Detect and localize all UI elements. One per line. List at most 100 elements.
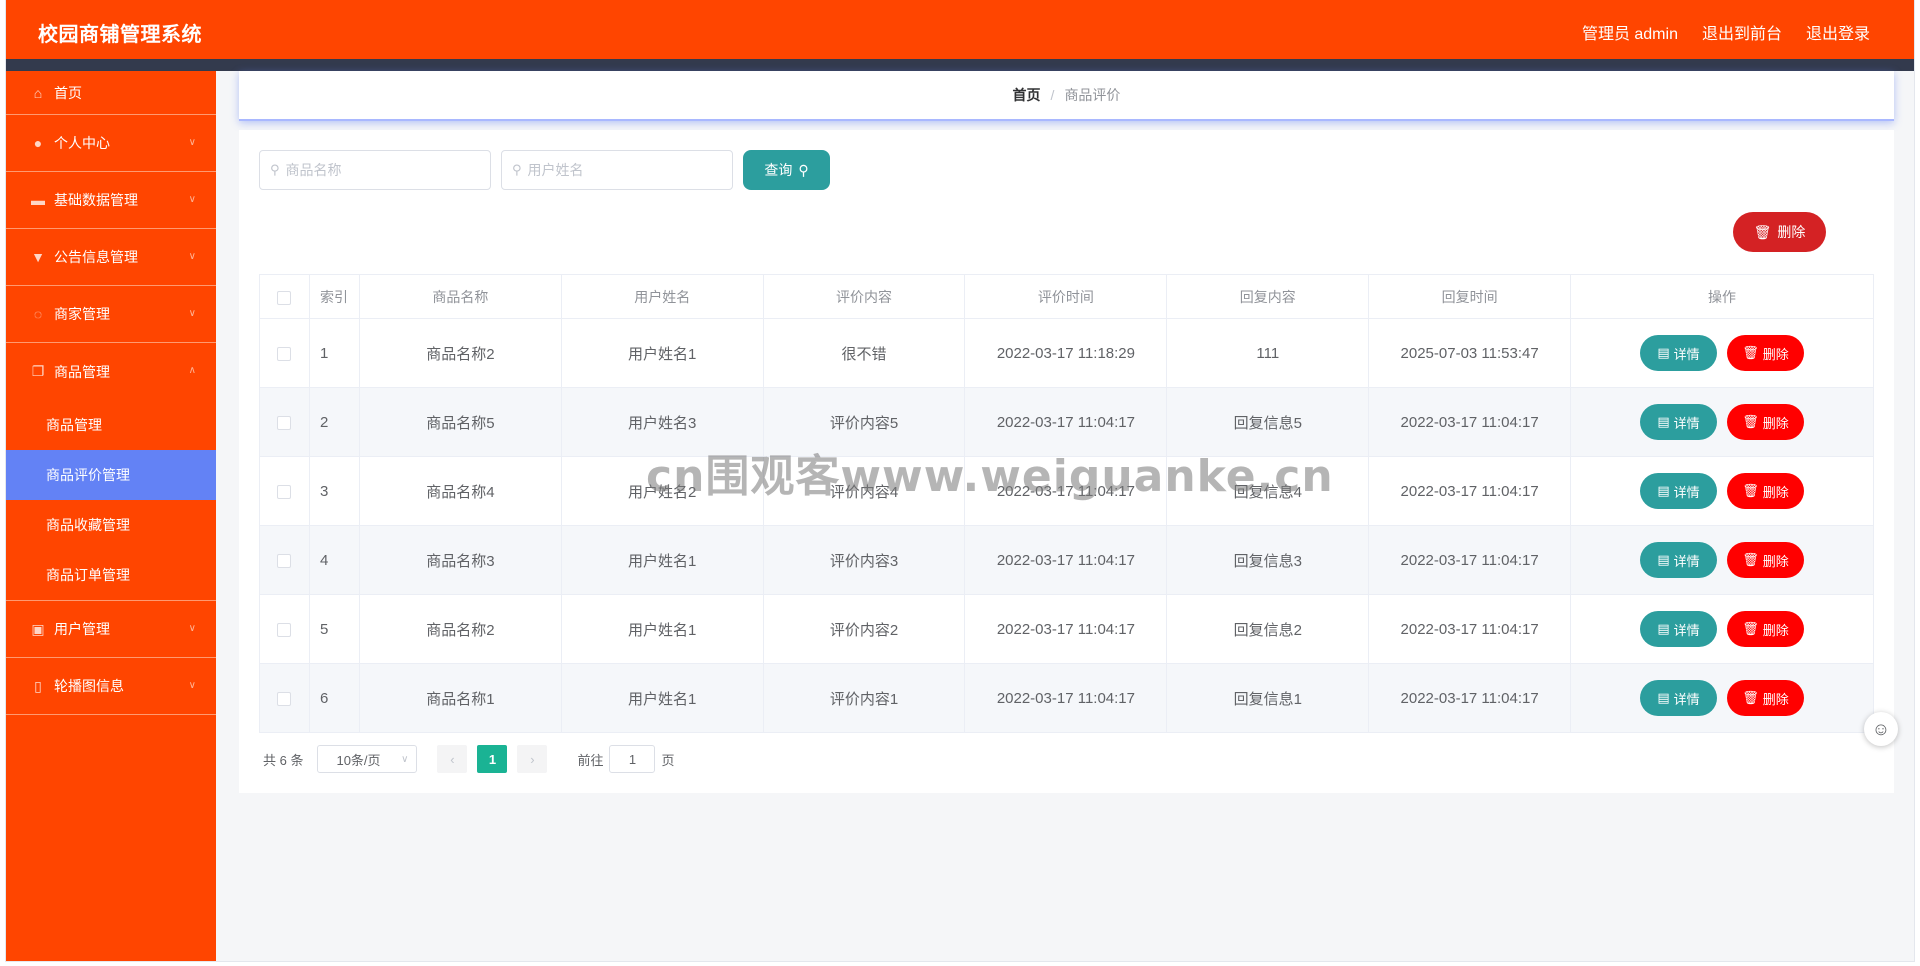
assistant-avatar[interactable]: ☺	[1864, 712, 1898, 746]
table-row: 6 商品名称1 用户姓名1 评价内容1 2022-03-17 11:04:17 …	[259, 663, 1874, 733]
chevron-down-icon: ∨	[188, 680, 196, 691]
col-header: 回复时间	[1368, 274, 1572, 319]
row-checkbox[interactable]	[277, 622, 292, 637]
cell-reply-time: 2025-07-03 11:53:47	[1368, 318, 1572, 388]
top-header: 校园商铺管理系统 管理员 admin 退出到前台 退出登录	[6, 0, 1914, 59]
sidebar-item-notice[interactable]: ▼ 公告信息管理 ∨	[6, 229, 216, 286]
cell-content: 评价内容1	[762, 663, 966, 733]
detail-label: 详情	[1673, 622, 1700, 638]
delete-button[interactable]: 🗑 删除	[1727, 680, 1805, 716]
chevron-down-icon: ∨	[188, 251, 196, 262]
chevron-down-icon: ∨	[188, 308, 196, 319]
user-name-placeholder: 用户姓名	[527, 162, 584, 178]
cell-reply-time: 2022-03-17 11:04:17	[1368, 663, 1572, 733]
cell-goods: 商品名称2	[358, 318, 562, 388]
sidebar-item-basic-data[interactable]: ▬ 基础数据管理 ∨	[6, 172, 216, 229]
cell-user: 用户姓名1	[560, 318, 764, 388]
goods-submenu: 商品管理 商品评价管理 商品收藏管理 商品订单管理	[6, 400, 216, 601]
row-select-cell	[259, 594, 310, 664]
cell-ops: ▤ 详情 🗑 删除	[1570, 318, 1874, 388]
trash-icon: 🗑	[1742, 345, 1759, 360]
sidebar-subitem-goods[interactable]: 商品管理	[6, 400, 216, 450]
cell-time: 2022-03-17 11:04:17	[964, 594, 1168, 664]
detail-button[interactable]: ▤ 详情	[1640, 611, 1718, 647]
delete-button[interactable]: 🗑 删除	[1727, 542, 1805, 578]
pagination: 共 6 条 10条/页 ∨ ‹ 1 › 前往 1 页	[263, 745, 675, 773]
query-button[interactable]: 查询 ⚲	[743, 150, 830, 190]
goods-name-input[interactable]: ⚲ 商品名称	[259, 150, 491, 190]
detail-button[interactable]: ▤ 详情	[1640, 542, 1718, 578]
admin-user-link[interactable]: 管理员 admin	[1582, 20, 1678, 44]
table-row: 5 商品名称2 用户姓名1 评价内容2 2022-03-17 11:04:17 …	[259, 594, 1874, 664]
select-all-checkbox[interactable]	[277, 290, 292, 305]
sidebar-item-label: 首页	[54, 84, 82, 101]
cell-content: 评价内容2	[762, 594, 966, 664]
sidebar-item-home[interactable]: ⌂ 首页	[6, 71, 216, 115]
sidebar-item-label: 商品管理	[54, 363, 110, 380]
row-checkbox[interactable]	[277, 415, 292, 430]
col-header: 评价时间	[964, 274, 1168, 319]
cell-index: 2	[308, 387, 360, 457]
delete-button[interactable]: 🗑 删除	[1727, 335, 1805, 371]
delete-button[interactable]: 🗑 删除	[1727, 473, 1805, 509]
detail-button[interactable]: ▤ 详情	[1640, 335, 1718, 371]
page-size-select[interactable]: 10条/页 ∨	[317, 745, 418, 773]
breadcrumb-home[interactable]: 首页	[1013, 85, 1041, 105]
goto-page-input[interactable]: 1	[609, 745, 656, 773]
sidebar-subitem-goods-review[interactable]: 商品评价管理	[6, 450, 216, 500]
cell-index: 4	[308, 525, 360, 595]
row-checkbox[interactable]	[277, 484, 292, 499]
table-row: 1 商品名称2 用户姓名1 很不错 2022-03-17 11:18:29 11…	[259, 318, 1874, 388]
prev-page-button[interactable]: ‹	[437, 745, 468, 773]
chevron-down-icon: ∨	[401, 753, 409, 765]
select-all-cell	[259, 274, 310, 319]
delete-button[interactable]: 🗑 删除	[1727, 404, 1805, 440]
delete-button[interactable]: 🗑 删除	[1727, 611, 1805, 647]
next-page-button[interactable]: ›	[517, 745, 548, 773]
search-icon: ⚲	[270, 162, 280, 177]
cell-index: 1	[308, 318, 360, 388]
cell-goods: 商品名称4	[358, 456, 562, 526]
power-icon: ◌	[33, 306, 43, 322]
page-size-value: 10条/页	[336, 752, 381, 768]
notice-icon: ▼	[31, 249, 45, 265]
delete-label: 删除	[1762, 553, 1789, 569]
suitcase-icon: ▣	[31, 620, 45, 637]
delete-label: 删除	[1762, 622, 1789, 638]
sidebar-item-goods[interactable]: ❐ 商品管理 ∧	[6, 343, 216, 400]
row-checkbox[interactable]	[277, 691, 292, 706]
detail-button[interactable]: ▤ 详情	[1640, 680, 1718, 716]
header-links: 管理员 admin 退出到前台 退出登录	[1582, 20, 1870, 44]
batch-delete-button[interactable]: 🗑 删除	[1733, 212, 1826, 252]
search-row: ⚲ 商品名称 ⚲ 用户姓名 查询 ⚲	[259, 150, 830, 190]
row-select-cell	[259, 318, 310, 388]
copy-icon: ❐	[31, 363, 45, 379]
cell-reply-time: 2022-03-17 11:04:17	[1368, 525, 1572, 595]
sidebar-subitem-goods-order[interactable]: 商品订单管理	[6, 550, 216, 600]
cell-user: 用户姓名1	[560, 525, 764, 595]
row-checkbox[interactable]	[277, 346, 292, 361]
to-front-link[interactable]: 退出到前台	[1702, 20, 1782, 44]
detail-button[interactable]: ▤ 详情	[1640, 473, 1718, 509]
cell-content: 评价内容3	[762, 525, 966, 595]
logout-link[interactable]: 退出登录	[1806, 20, 1870, 44]
sidebar-item-carousel[interactable]: ▯ 轮播图信息 ∨	[6, 658, 216, 715]
home-icon: ⌂	[33, 84, 43, 101]
page-number[interactable]: 1	[477, 745, 508, 773]
sidebar-subitem-goods-favorite[interactable]: 商品收藏管理	[6, 500, 216, 550]
row-checkbox[interactable]	[277, 553, 292, 568]
sidebar-item-profile[interactable]: ● 个人中心 ∨	[6, 115, 216, 172]
cell-reply: 111	[1166, 318, 1370, 388]
cell-goods: 商品名称2	[358, 594, 562, 664]
breadcrumb-separator: /	[1050, 87, 1055, 103]
sidebar-item-users[interactable]: ▣ 用户管理 ∨	[6, 601, 216, 658]
delete-label: 删除	[1762, 484, 1789, 500]
user-name-input[interactable]: ⚲ 用户姓名	[501, 150, 733, 190]
sidebar-item-merchant[interactable]: ◌ 商家管理 ∨	[6, 286, 216, 343]
document-icon: ▤	[1657, 414, 1670, 429]
document-icon: ▤	[1657, 621, 1670, 636]
cell-index: 3	[308, 456, 360, 526]
row-select-cell	[259, 456, 310, 526]
chevron-down-icon: ∨	[188, 623, 196, 634]
detail-button[interactable]: ▤ 详情	[1640, 404, 1718, 440]
